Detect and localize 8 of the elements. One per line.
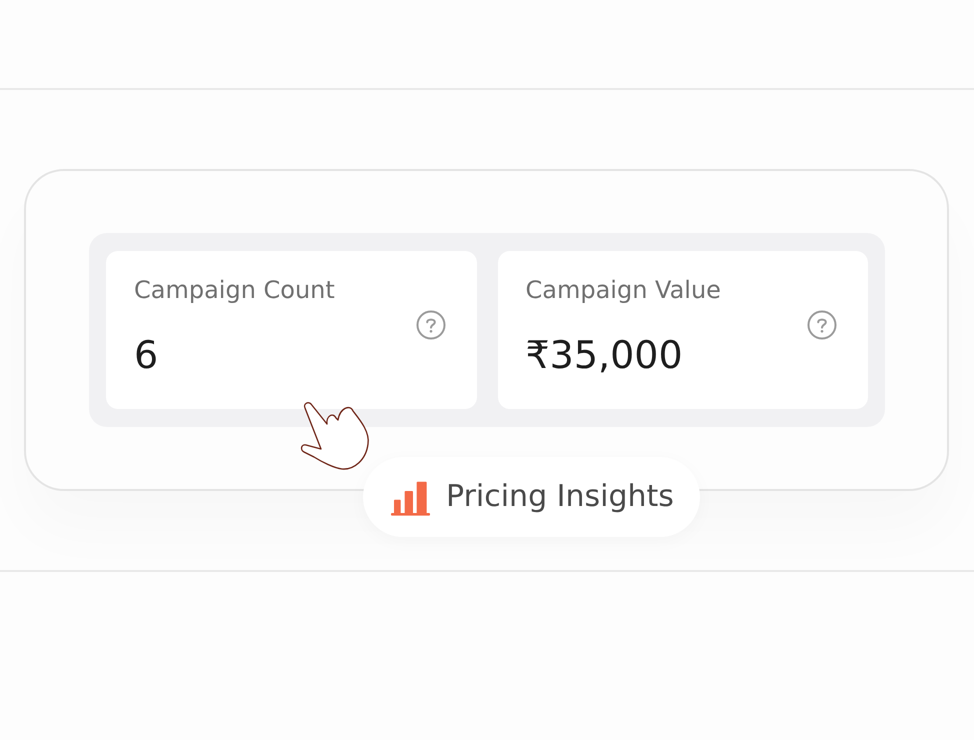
pricing-insights-label: Pricing Insights <box>446 479 674 515</box>
metric-label: Campaign Count <box>134 275 335 305</box>
metric-value: ₹35,000 <box>526 333 683 377</box>
help-icon[interactable] <box>807 310 837 340</box>
bar-chart-icon <box>391 480 430 516</box>
metric-value: 6 <box>134 333 158 377</box>
metric-label: Campaign Value <box>526 275 721 305</box>
help-icon[interactable] <box>416 310 446 340</box>
